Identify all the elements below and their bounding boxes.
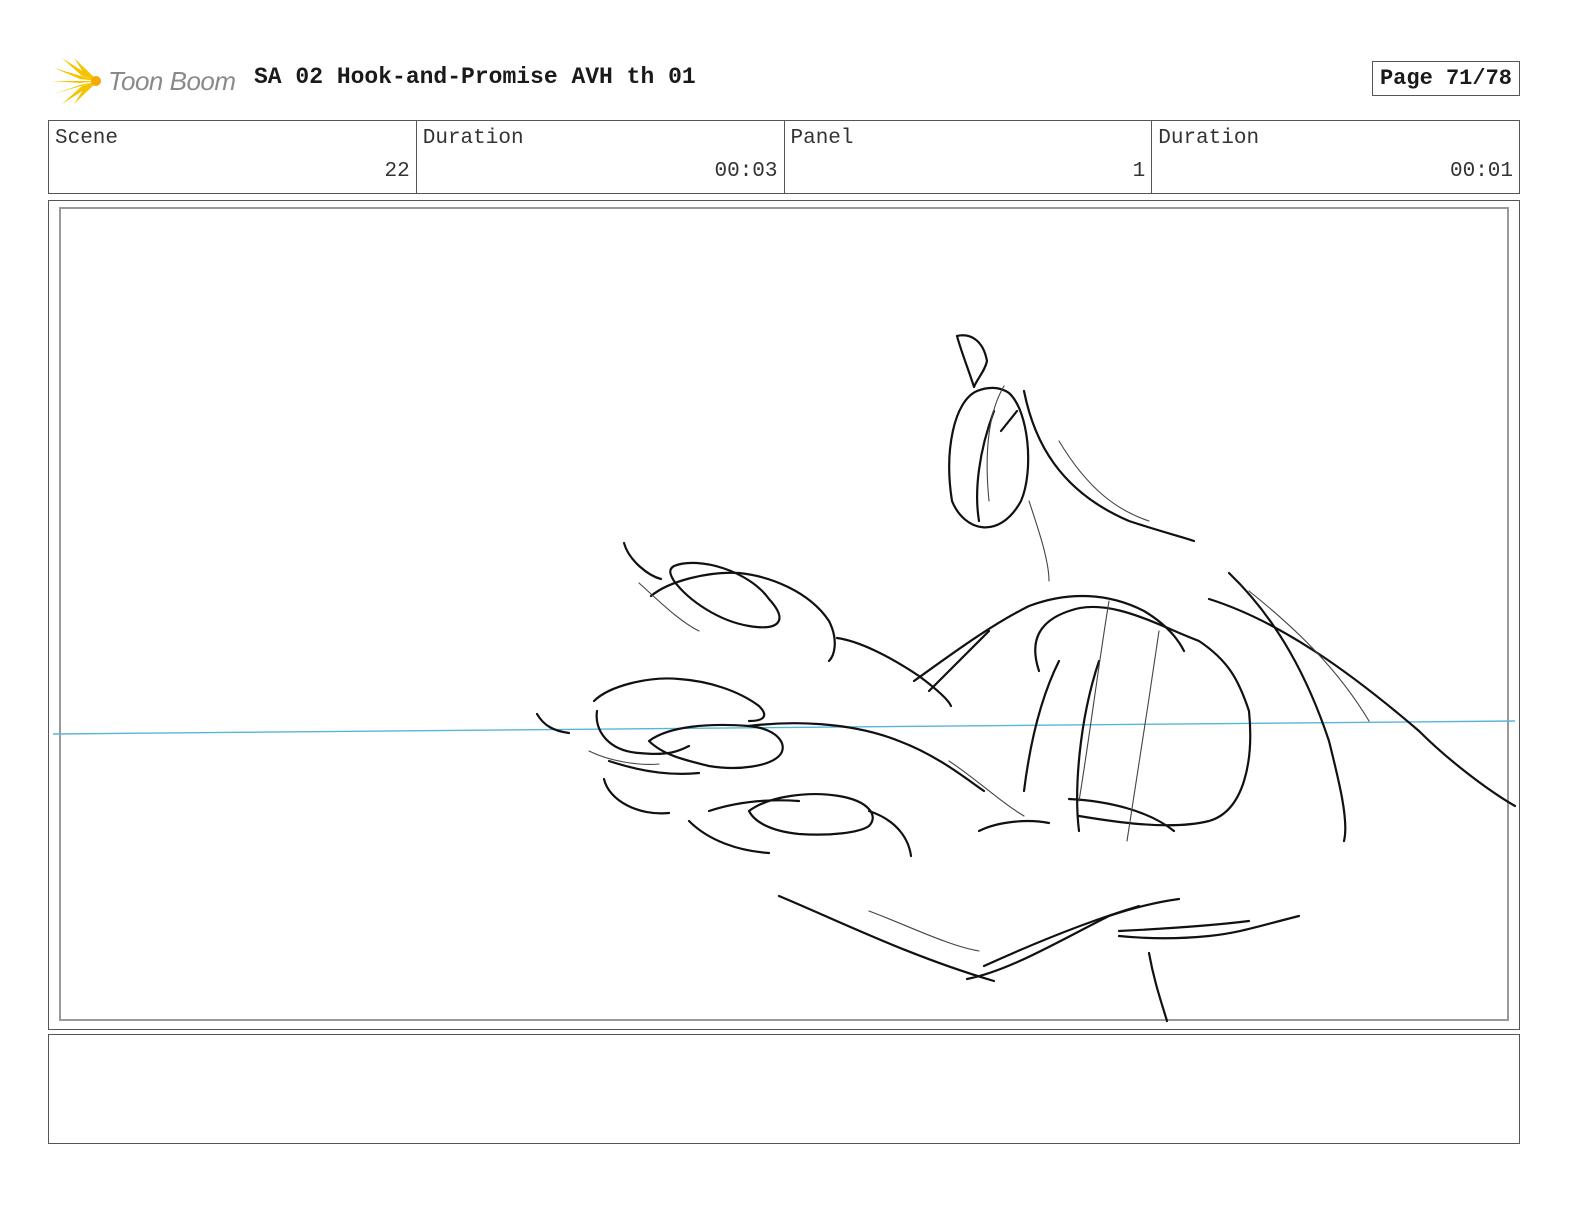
storyboard-panel xyxy=(48,200,1520,1030)
panel-cell: Panel 1 xyxy=(785,121,1153,193)
scene-info-table: Scene 22 Duration 00:03 Panel 1 Duration… xyxy=(48,120,1520,194)
panel-duration-cell: Duration 00:01 xyxy=(1152,121,1519,193)
scene-duration-value: 00:03 xyxy=(714,160,778,183)
scene-duration-cell: Duration 00:03 xyxy=(417,121,785,193)
panel-notes xyxy=(48,1034,1520,1144)
page-indicator: Page 71/78 xyxy=(1371,61,1520,96)
scene-value: 22 xyxy=(384,160,410,183)
document-title: SA 02 Hook-and-Promise AVH th 01 xyxy=(254,64,696,90)
brand-name: Toon Boom xyxy=(108,66,236,96)
panel-duration-label: Duration xyxy=(1158,127,1260,150)
scene-duration-label: Duration xyxy=(422,127,524,150)
scene-label: Scene xyxy=(55,127,119,150)
toon-boom-burst-icon xyxy=(52,58,101,104)
panel-label: Panel xyxy=(790,127,854,150)
panel-value: 1 xyxy=(1132,160,1146,183)
hand-sketch-drawing xyxy=(52,334,1517,1023)
panel-duration-value: 00:01 xyxy=(1449,160,1513,183)
toon-boom-logo: Toon Boom xyxy=(52,56,242,106)
storyboard-header: Toon Boom SA 02 Hook-and-Promise AVH th … xyxy=(48,52,1520,108)
scene-cell: Scene 22 xyxy=(49,121,417,193)
